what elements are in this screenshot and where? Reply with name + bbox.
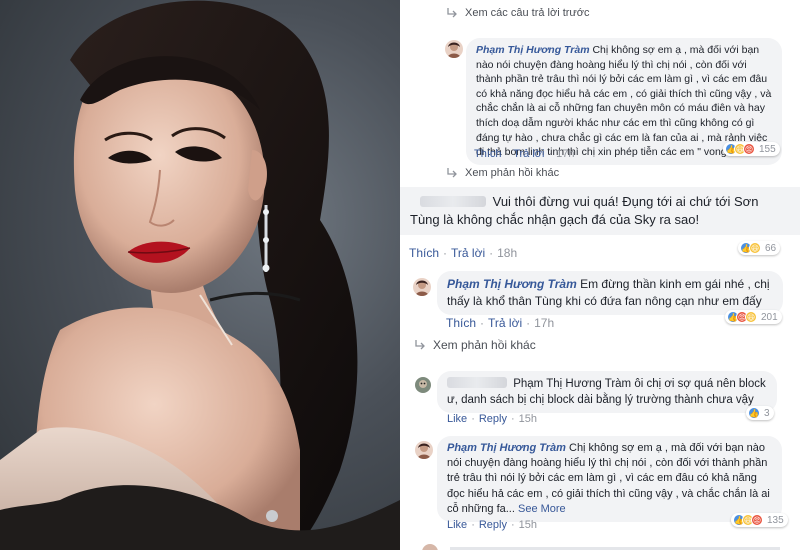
view-more-replies-label: Xem phản hồi khác [465,167,560,179]
comment-author-link[interactable]: Phạm Thị Hương Tràm [447,277,577,291]
reply-button[interactable]: Trả lời [513,148,544,160]
reaction-summary[interactable]: 👍 😆 😡 135 [731,513,788,527]
comment-actions: Thích · Trả lời · 17h [474,148,575,160]
blurred-author-name[interactable] [420,196,486,207]
woman-portrait-image [0,0,400,550]
comment-bubble: Phạm Thị Hương Tràm Chị không sợ em ạ , … [437,436,782,523]
avatar-photo-icon [445,40,463,58]
reaction-summary[interactable]: 👍 😡 😆 201 [725,310,782,324]
comment-bubble: Phạm Thị Hương Tràm ôi chị ơi sợ quá nên… [437,371,777,413]
see-more-link[interactable]: See More [518,503,566,515]
reaction-count: 155 [759,143,776,155]
reaction-count: 201 [761,311,778,323]
haha-reaction-icon: 😆 [749,242,761,254]
view-previous-replies-link[interactable]: Xem các câu trả lời trước [446,7,590,19]
like-button[interactable]: Like [447,413,467,425]
reply-button[interactable]: Trả lời [451,246,485,260]
reaction-summary[interactable]: 👍 3 [746,406,774,420]
article-photo [0,0,400,550]
reply-button[interactable]: Reply [479,519,507,531]
reply-button[interactable]: Trả lời [488,316,522,330]
reply-arrow-icon [415,340,425,350]
like-button[interactable]: Like [447,519,467,531]
avatar-photo-icon [415,441,433,459]
view-previous-replies-label: Xem các câu trả lời trước [465,7,590,19]
reply-button[interactable]: Reply [479,413,507,425]
angry-reaction-icon: 😡 [743,143,755,155]
blurred-author-name[interactable] [447,377,507,388]
comment-bubble: Phạm Thị Hương Tràm Em đừng thần kinh em… [437,271,783,315]
commenter-avatar[interactable] [445,40,463,58]
view-more-replies-link[interactable]: Xem phản hồi khác [446,167,559,179]
comment-author-link[interactable]: Phạm Thị Hương Tràm [476,44,590,56]
comment-timestamp[interactable]: 17h [534,316,554,330]
reaction-summary[interactable]: 👍 😆 66 [738,241,781,255]
commenter-avatar[interactable] [415,441,433,459]
angry-reaction-icon: 😡 [751,514,763,526]
reply-arrow-icon [447,168,457,178]
reaction-count: 135 [767,514,784,526]
commenter-avatar[interactable] [413,278,431,296]
haha-reaction-icon: 😆 [745,311,757,323]
avatar-photo-icon [415,377,431,393]
like-button[interactable]: Thích [409,246,439,260]
reaction-count: 3 [764,407,770,419]
like-button[interactable]: Thích [446,316,476,330]
comment-text: Chị không sợ em ạ , mà đối với bạn nào n… [476,44,772,159]
like-button[interactable]: Thích [474,148,502,160]
comment-bubble: Vui thôi đừng vui quá! Đụng tới ai chứ t… [400,187,800,235]
reaction-count: 66 [765,242,777,254]
commenter-avatar[interactable] [415,377,431,393]
comment-timestamp[interactable]: 18h [497,246,517,260]
view-more-replies-label: Xem phản hồi khác [433,338,536,352]
clipped-next-comment [422,544,780,550]
comment-actions: Thích · Trả lời · 18h [409,246,518,260]
comment-actions: Thích · Trả lời · 17h [446,316,555,330]
comment-actions: Like · Reply · 15h [447,519,538,531]
comment-timestamp[interactable]: 15h [519,519,537,531]
reply-arrow-icon [447,8,457,18]
avatar-photo-icon [413,278,431,296]
comment-author-link[interactable]: Phạm Thị Hương Tràm [447,442,566,454]
like-reaction-icon: 👍 [748,407,760,419]
comment-timestamp[interactable]: 17h [556,148,574,160]
comment-timestamp[interactable]: 15h [519,413,537,425]
comment-actions: Like · Reply · 15h [447,413,538,425]
view-more-replies-link[interactable]: Xem phản hồi khác [414,338,536,352]
reaction-summary[interactable]: 👍 😆 😡 155 [723,142,780,156]
